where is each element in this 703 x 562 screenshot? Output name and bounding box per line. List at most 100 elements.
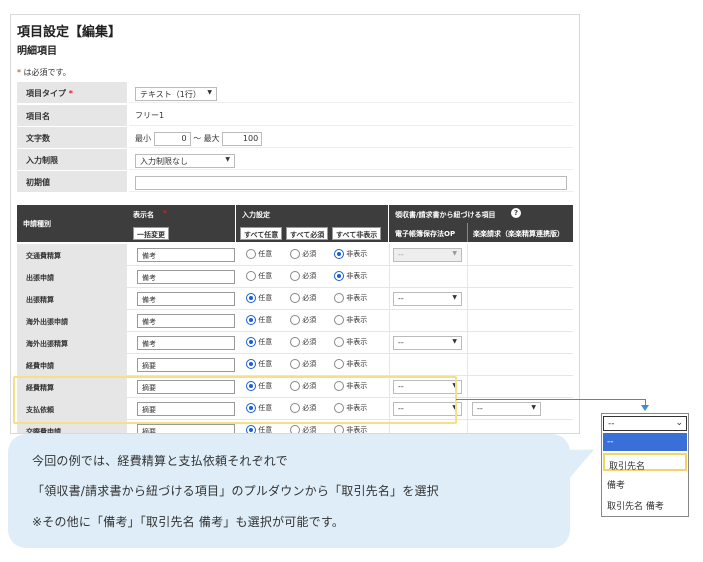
- ebook-select[interactable]: -- ▼: [393, 248, 462, 262]
- dropdown-option[interactable]: 取引先名: [603, 453, 687, 472]
- ebook-select[interactable]: -- ▼: [393, 336, 462, 350]
- bulk-change-button[interactable]: 一括変更: [133, 227, 169, 240]
- all-required-button[interactable]: すべて必須: [286, 227, 329, 240]
- radio-optional[interactable]: [246, 271, 256, 281]
- min-input[interactable]: 0: [153, 132, 191, 146]
- max-input[interactable]: 100: [222, 132, 263, 146]
- input-setting-radios: 任意 必須 非表示: [246, 425, 378, 434]
- display-name-input[interactable]: 備考: [137, 314, 235, 328]
- radio-label: 任意: [258, 250, 273, 258]
- display-name-input[interactable]: 摘要: [137, 424, 235, 433]
- col-receipt-link: 領収書/請求書から紐づける項目 ? 電子帳簿保存法OP 楽楽請求（楽楽精算連携版…: [389, 205, 573, 242]
- callout-line-1: 今回の例では、経費精算と支払依頼それぞれで: [32, 454, 288, 468]
- radio-optional[interactable]: [246, 249, 256, 259]
- display-name-input[interactable]: 備考: [137, 248, 235, 262]
- rakuraku-select[interactable]: -- ▼: [472, 402, 541, 416]
- help-icon[interactable]: ?: [511, 208, 521, 218]
- display-name-input[interactable]: 摘要: [137, 358, 235, 372]
- link-item-dropdown[interactable]: -- ⌄ -- 取引先名 備考 取引先名 備考: [601, 413, 689, 517]
- radio-required[interactable]: [290, 337, 300, 347]
- table-row: 出張精算 備考 任意 必須 非表示 -- ▼: [17, 288, 573, 310]
- dropdown-option[interactable]: 取引先名 備考: [603, 495, 687, 513]
- radio-label: 必須: [302, 316, 317, 324]
- display-name-input[interactable]: 備考: [137, 336, 235, 350]
- radio-label: 非表示: [346, 272, 368, 280]
- row-label: 出張精算: [17, 288, 127, 309]
- form-row-input-limit: 入力制限 入力制限なし ▼: [17, 149, 573, 170]
- radio-hidden[interactable]: [334, 249, 344, 259]
- radio-optional[interactable]: [246, 337, 256, 347]
- all-hidden-button[interactable]: すべて非表示: [332, 227, 382, 240]
- input-setting-radios: 任意 必須 非表示: [246, 315, 378, 325]
- page-title: 項目設定【編集】: [17, 25, 122, 40]
- row-label: 海外出張申請: [17, 310, 127, 331]
- col-ebook: 電子帳簿保存法OP: [395, 230, 456, 238]
- callout-line-2: 「領収書/請求書から紐づける項目」のプルダウンから「取引先名」を選択: [32, 484, 439, 498]
- highlight-box: [13, 376, 457, 424]
- arrow-line: [456, 399, 646, 400]
- col-rakuraku: 楽楽請求（楽楽精算連携版）: [473, 230, 564, 238]
- radio-required[interactable]: [290, 425, 300, 433]
- input-setting-radios: 任意 必須 非表示: [246, 249, 378, 259]
- chevron-down-icon: ▼: [531, 404, 536, 411]
- radio-required[interactable]: [290, 293, 300, 303]
- display-name-input[interactable]: 備考: [137, 292, 235, 306]
- arrow-down-icon: [641, 405, 649, 411]
- input-limit-label: 入力制限: [17, 149, 127, 170]
- radio-hidden[interactable]: [334, 337, 344, 347]
- chevron-down-icon: ▼: [452, 338, 457, 345]
- radio-hidden[interactable]: [334, 425, 344, 433]
- radio-hidden[interactable]: [334, 293, 344, 303]
- chevron-down-icon: ▼: [452, 294, 457, 301]
- min-label: 最小: [135, 134, 151, 143]
- col-display-name: 表示名 * 一括変更: [127, 205, 235, 242]
- dropdown-current[interactable]: -- ⌄: [603, 416, 687, 431]
- row-label: 海外出張精算: [17, 332, 127, 353]
- table-row: 出張申請 備考 任意 必須 非表示: [17, 266, 573, 288]
- chevron-down-icon: ▼: [452, 250, 457, 257]
- input-setting-radios: 任意 必須 非表示: [246, 359, 378, 369]
- radio-label: 必須: [302, 338, 317, 346]
- form-row-char-count: 文字数 最小 0 ～ 最大 100: [17, 127, 573, 148]
- input-limit-select[interactable]: 入力制限なし ▼: [135, 154, 235, 168]
- initial-value-label: 初期値: [17, 171, 127, 192]
- table-row: 交通費精算 備考 任意 必須 非表示 -- ▼: [17, 244, 573, 266]
- dropdown-option[interactable]: 備考: [603, 474, 687, 492]
- initial-value-input[interactable]: [135, 176, 567, 190]
- ebook-select[interactable]: -- ▼: [393, 292, 462, 306]
- input-setting-radios: 任意 必須 非表示: [246, 337, 378, 347]
- item-type-select[interactable]: テキスト（1行） ▼: [135, 87, 217, 101]
- radio-optional[interactable]: [246, 425, 256, 433]
- form-row-item-name: 項目名 フリー1: [17, 105, 573, 126]
- radio-label: 任意: [258, 272, 273, 280]
- radio-required[interactable]: [290, 359, 300, 369]
- radio-optional[interactable]: [246, 293, 256, 303]
- radio-hidden[interactable]: [334, 359, 344, 369]
- radio-hidden[interactable]: [334, 271, 344, 281]
- radio-label: 必須: [302, 250, 317, 258]
- table-row: 経費申請 摘要 任意 必須 非表示: [17, 354, 573, 376]
- col-app-type: 申請種別: [17, 205, 127, 242]
- char-count-label: 文字数: [17, 127, 127, 148]
- chevron-down-icon: ⌄: [675, 418, 683, 428]
- radio-label: 非表示: [346, 294, 368, 302]
- item-type-label: 項目タイプ *: [17, 82, 127, 103]
- radio-hidden[interactable]: [334, 315, 344, 325]
- radio-required[interactable]: [290, 315, 300, 325]
- radio-optional[interactable]: [246, 315, 256, 325]
- all-optional-button[interactable]: すべて任意: [240, 227, 283, 240]
- chevron-down-icon: ▼: [225, 156, 230, 163]
- radio-label: 非表示: [346, 250, 368, 258]
- radio-label: 必須: [302, 294, 317, 302]
- radio-optional[interactable]: [246, 359, 256, 369]
- radio-required[interactable]: [290, 271, 300, 281]
- radio-label: 必須: [302, 426, 317, 434]
- radio-required[interactable]: [290, 249, 300, 259]
- section-subtitle: 明細項目: [17, 46, 57, 57]
- row-label: 交通費精算: [17, 244, 127, 265]
- form-row-initial-value: 初期値: [17, 171, 573, 192]
- dropdown-option[interactable]: --: [603, 433, 687, 451]
- display-name-input[interactable]: 備考: [137, 270, 235, 284]
- required-note: * は必須です。: [17, 67, 71, 78]
- radio-label: 非表示: [346, 426, 368, 434]
